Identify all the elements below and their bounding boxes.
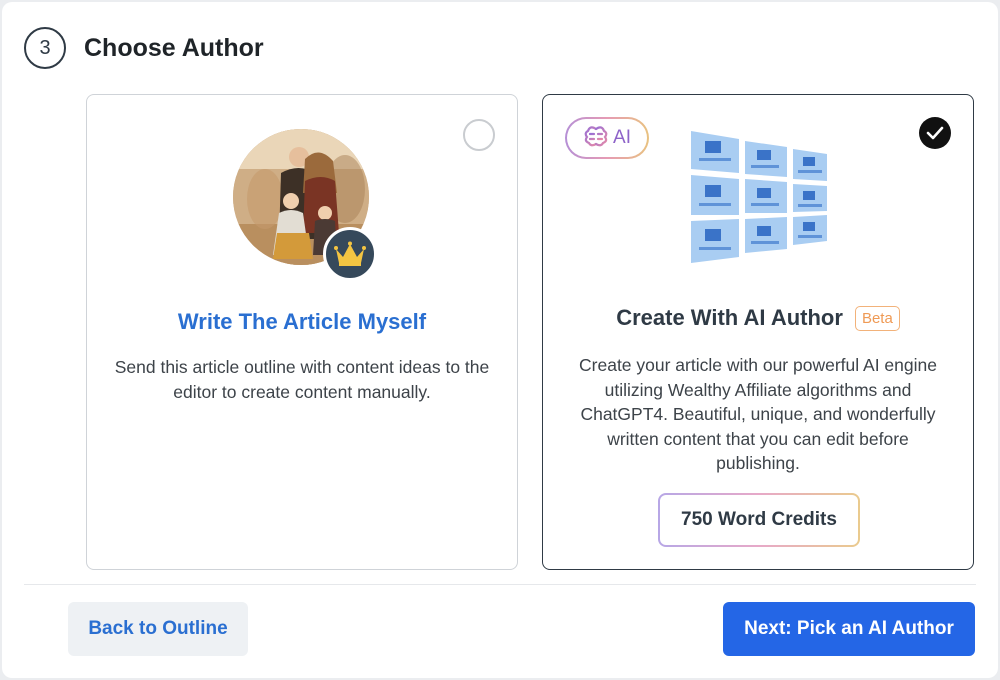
author-avatar-group [233, 129, 377, 281]
content-grid-icon [687, 129, 831, 271]
option-description-write-myself: Send this article outline with content i… [114, 357, 490, 402]
option-description-ai-author: Create your article with our powerful AI… [579, 355, 937, 473]
step-number: 3 [24, 27, 66, 69]
radio-empty-icon[interactable] [463, 119, 495, 151]
beta-badge: Beta [854, 305, 900, 331]
crown-icon [323, 227, 377, 281]
brain-icon [583, 123, 609, 154]
step-header: 3 Choose Author [24, 27, 264, 69]
checkmark-icon[interactable] [919, 117, 951, 149]
back-to-outline-button[interactable]: Back to Outline [68, 602, 248, 656]
option-card-ai-author[interactable]: AI Create With AI Author Beta Create you… [542, 94, 974, 570]
option-title-ai-author[interactable]: Create With AI Author [616, 305, 843, 331]
next-pick-ai-author-button[interactable]: Next: Pick an AI Author [723, 602, 975, 656]
word-credits-badge: 750 Word Credits [658, 493, 860, 547]
option-title-write-myself[interactable]: Write The Article Myself [87, 309, 517, 335]
footer-divider [24, 584, 976, 585]
option-title-row-ai: Create With AI Author Beta [543, 305, 973, 331]
ai-badge-label: AI [613, 127, 631, 148]
ai-badge: AI [565, 117, 649, 159]
option-card-write-myself[interactable]: Write The Article Myself Send this artic… [86, 94, 518, 570]
step-title: Choose Author [84, 33, 264, 62]
word-credits-label: 750 Word Credits [660, 495, 858, 545]
choose-author-panel: 3 Choose Author Write The Article Myself… [2, 2, 998, 678]
